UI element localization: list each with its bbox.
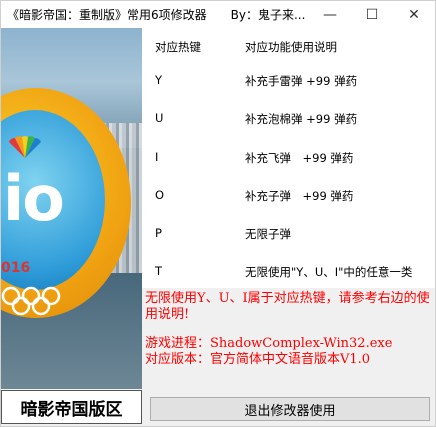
logo-year: 016 — [1, 260, 31, 276]
hotkey-table: 对应热键 对应功能使用说明 Y 补充手雷弹 +99 弹药 U 补充泡棉弹 +99… — [142, 28, 435, 288]
game-info: 游戏进程：ShadowComplex-Win32.exe 对应版本：官方简体中文… — [145, 336, 433, 368]
table-row: U 补充泡棉弹 +99 弹药 — [142, 108, 435, 130]
hotkey-desc: 补充泡棉弹 +99 弹药 — [245, 112, 358, 126]
rio-logo-text: io — [3, 162, 65, 235]
table-row: P 无限子弹 — [142, 223, 435, 245]
window-title: 《暗影帝国：重制版》常用6项修改器 By：鬼子来... — [7, 8, 306, 22]
table-row: O 补充子弹 +99 弹药 — [142, 185, 435, 207]
hotkey-key: T — [155, 264, 163, 278]
title-bar[interactable]: 《暗影帝国：重制版》常用6项修改器 By：鬼子来... — ☐ ✕ — [1, 1, 435, 28]
hotkey-key: U — [155, 111, 164, 125]
hotkey-note: 无限使用Y、U、I属于对应热键，请参考右边的使用说明! — [145, 291, 430, 322]
header-desc: 对应功能使用说明 — [245, 40, 337, 54]
game-banner-image: io 016 — [1, 28, 142, 389]
hotkey-key: P — [155, 226, 162, 240]
table-header: 对应热键 对应功能使用说明 — [142, 36, 435, 58]
trainer-window: 《暗影帝国：重制版》常用6项修改器 By：鬼子来... — ☐ ✕ io 016 — [0, 0, 436, 427]
minimize-button[interactable]: — — [309, 1, 351, 28]
table-row: T 无限使用"Y、U、I"中的任意一类 — [142, 261, 435, 283]
hotkey-desc: 补充手雷弹 +99 弹药 — [245, 74, 358, 88]
hotkey-desc: 无限子弹 — [245, 227, 291, 241]
table-row: Y 补充手雷弹 +99 弹药 — [142, 70, 435, 92]
table-row: I 补充飞弹 +99 弹药 — [142, 147, 435, 169]
exit-trainer-button[interactable]: 退出修改器使用 — [150, 397, 430, 421]
hotkey-key: O — [155, 188, 165, 202]
hotkey-desc: 补充飞弹 +99 弹药 — [245, 151, 354, 165]
banner-caption: 暗影帝国版区 — [1, 390, 142, 424]
hotkey-key: I — [155, 150, 159, 164]
maximize-button[interactable]: ☐ — [351, 1, 393, 28]
hotkey-desc: 补充子弹 +99 弹药 — [245, 189, 354, 203]
peacock-logo-icon — [9, 136, 41, 158]
hotkey-desc: 无限使用"Y、U、I"中的任意一类 — [245, 265, 413, 279]
client-area: io 016 暗影帝国版区 对应热键 对应功能使用说明 Y 补充手雷弹 +99 … — [1, 28, 435, 426]
process-line: 游戏进程：ShadowComplex-Win32.exe — [145, 336, 393, 351]
version-line: 对应版本：官方简体中文语音版本V1.0 — [145, 352, 371, 367]
header-key: 对应热键 — [155, 40, 201, 54]
close-button[interactable]: ✕ — [393, 1, 435, 28]
hotkey-key: Y — [155, 73, 163, 87]
olympic-rings-icon — [1, 286, 61, 316]
